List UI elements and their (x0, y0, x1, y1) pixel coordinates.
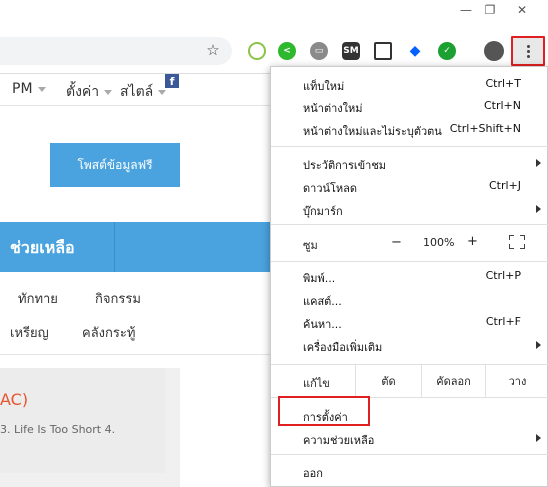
menu-cast[interactable]: แคสต์... (271, 288, 548, 311)
menu-separator (271, 261, 548, 262)
chevron-down-icon (37, 86, 46, 92)
top-nav: PM ตั้งค่า สไตล์ f (0, 74, 270, 106)
facebook-icon[interactable]: f (165, 74, 179, 88)
link-activity[interactable]: กิจกรรม (95, 288, 141, 309)
menu-new-tab[interactable]: แท็บใหม่ Ctrl+T (271, 73, 548, 96)
avatar-icon[interactable] (484, 41, 504, 61)
zoom-in-button[interactable]: + (467, 234, 478, 249)
menu-shortcut: Ctrl+T (485, 77, 521, 90)
chevron-down-icon (158, 89, 167, 95)
menu-label: พิมพ์... (303, 272, 336, 285)
menu-exit[interactable]: ออก (271, 460, 548, 483)
link-coins[interactable]: เหรียญ (10, 322, 49, 343)
zoom-label: ซูม (303, 239, 318, 252)
zoom-value: 100% (423, 236, 455, 249)
nav-pm-label: PM (12, 81, 33, 97)
copy-button[interactable]: คัดลอก (421, 365, 485, 397)
divider (114, 222, 115, 272)
menu-edit-row: แก้ไข ตัด คัดลอก วาง (271, 365, 548, 397)
menu-label: ประวัติการเข้าชม (303, 159, 387, 172)
address-bar[interactable] (0, 37, 232, 65)
card-title[interactable]: AC) (0, 390, 28, 409)
divider (0, 354, 270, 355)
paste-button[interactable]: วาง (485, 365, 548, 397)
nav-settings[interactable]: ตั้งค่า (66, 81, 113, 103)
menu-more-tools[interactable]: เครื่องมือเพิ่มเติม (271, 334, 548, 357)
nav-style[interactable]: สไตล์ (120, 81, 167, 103)
link-greeting[interactable]: ทักทาย (18, 288, 58, 309)
cut-label: ตัด (381, 375, 396, 388)
zoom-out-button[interactable]: − (391, 235, 402, 250)
nav-pm[interactable]: PM (12, 81, 46, 97)
menu-find[interactable]: ค้นหา... Ctrl+F (271, 311, 548, 334)
post-card: AC) 3. Life Is Too Short 4. (0, 368, 165, 473)
chevron-down-icon (104, 89, 113, 95)
menu-label: แท็บใหม่ (303, 80, 345, 93)
menu-shortcut: Ctrl+J (488, 179, 521, 192)
nav-style-label: สไตล์ (120, 84, 154, 100)
sm-ext-icon[interactable]: SM (342, 42, 360, 60)
menu-downloads[interactable]: ดาวน์โหลด Ctrl+J (271, 175, 548, 198)
menu-shortcut: Ctrl+F (485, 315, 521, 328)
menu-label: แคสต์... (303, 295, 342, 308)
post-free-button[interactable]: โพสต์ข้อมูลฟรี (50, 143, 180, 187)
menu-print[interactable]: พิมพ์... Ctrl+P (271, 265, 548, 288)
paste-label: วาง (508, 375, 527, 388)
link-archive[interactable]: คลังกระทู้ (82, 322, 135, 343)
dropbox-ext-icon[interactable]: ◆ (406, 42, 424, 60)
title-bar: — ❐ ✕ (0, 0, 548, 28)
menu-separator (271, 146, 548, 147)
menu-label: เครื่องมือเพิ่มเติม (303, 341, 383, 354)
menu-zoom-row: ซูม − 100% + (271, 225, 548, 261)
menu-shortcut: Ctrl+P (485, 269, 521, 282)
chevron-right-icon (536, 159, 541, 167)
cut-button[interactable]: ตัด (355, 365, 421, 397)
menu-incognito[interactable]: หน้าต่างใหม่และไม่ระบุตัวตน Ctrl+Shift+N (271, 118, 548, 141)
more-vert-icon (526, 44, 530, 58)
bookmark-star-icon[interactable]: ☆ (204, 41, 222, 59)
chevron-right-icon (536, 434, 541, 442)
restore-icon[interactable]: ❐ (476, 0, 504, 20)
chevron-right-icon (536, 205, 541, 213)
help-title[interactable]: ช่วยเหลือ (10, 236, 75, 261)
nav-settings-label: ตั้งค่า (66, 84, 100, 100)
menu-bookmarks[interactable]: บุ๊กมาร์ก (271, 198, 548, 221)
chrome-menu-button[interactable] (511, 36, 545, 66)
chevron-right-icon (536, 341, 541, 349)
menu-label: หน้าต่างใหม่และไม่ระบุตัวตน (303, 125, 442, 138)
menu-separator (271, 454, 548, 455)
menu-label: ดาวน์โหลด (303, 182, 358, 195)
nitro-ext-icon[interactable] (248, 42, 266, 60)
menu-label: ออก (303, 467, 323, 480)
fullscreen-icon[interactable] (509, 235, 525, 249)
menu-label: ความช่วยเหลือ (303, 434, 375, 447)
settings-highlight-box (278, 396, 370, 426)
card-text: 3. Life Is Too Short 4. (0, 423, 116, 436)
menu-shortcut: Ctrl+Shift+N (449, 122, 521, 135)
close-icon[interactable]: ✕ (508, 0, 536, 20)
line-ext-icon[interactable]: ▭ (310, 42, 328, 60)
share-ext-icon[interactable]: < (278, 42, 296, 60)
copy-label: คัดลอก (436, 375, 471, 388)
help-bar: ช่วยเหลือ (0, 222, 270, 272)
menu-new-window[interactable]: หน้าต่างใหม่ Ctrl+N (271, 95, 548, 118)
menu-help[interactable]: ความช่วยเหลือ (271, 427, 548, 450)
browser-screen: — ❐ ✕ ☆ < ▭ SM ◆ ✓ PM ตั้งค่า สไตล์ f โพ… (0, 0, 548, 487)
menu-shortcut: Ctrl+N (483, 99, 521, 112)
edit-label: แก้ไข (303, 377, 330, 390)
menu-label: ค้นหา... (303, 318, 342, 331)
capture-ext-icon[interactable] (374, 42, 392, 60)
menu-label: บุ๊กมาร์ก (303, 205, 343, 218)
menu-label: หน้าต่างใหม่ (303, 102, 363, 115)
check-ext-icon[interactable]: ✓ (438, 42, 456, 60)
content-panel: AC) 3. Life Is Too Short 4. (0, 368, 180, 487)
menu-history[interactable]: ประวัติการเข้าชม (271, 152, 548, 175)
